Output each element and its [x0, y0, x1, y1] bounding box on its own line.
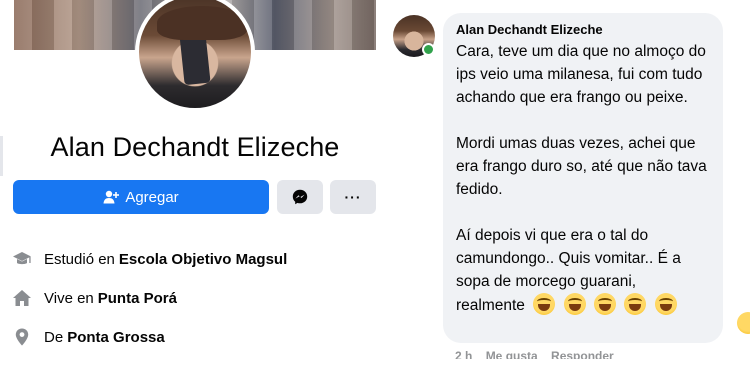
graduation-cap-icon — [12, 249, 32, 269]
laughing-tears-emoji — [654, 293, 677, 315]
laughing-tears-emoji — [624, 293, 647, 315]
lives-city[interactable]: Punta Porá — [98, 290, 177, 307]
more-options-button[interactable]: ··· — [330, 180, 376, 214]
education-school[interactable]: Escola Objetivo Magsul — [119, 251, 287, 268]
laughing-tears-emoji — [563, 293, 586, 315]
comment-bubble: Alan Dechandt Elizeche Cara, teve um dia… — [443, 13, 723, 343]
comment-last-line: realmente — [456, 297, 525, 314]
add-friend-label: Agregar — [125, 188, 179, 206]
comment-paragraph: Cara, teve um dia que no almoço do ips v… — [456, 43, 706, 106]
reply-action[interactable]: Responder — [551, 349, 614, 359]
profile-panel: Alan Dechandt Elizeche Agregar ··· Estud… — [0, 0, 395, 383]
comment-paragraph: Aí depois vi que era o tal do camundongo… — [456, 224, 711, 317]
home-icon — [12, 288, 32, 308]
more-options-label: ··· — [344, 189, 362, 205]
comment-author[interactable]: Alan Dechandt Elizeche — [456, 22, 711, 37]
hometown-prefix: De — [44, 328, 64, 346]
comment-paragraph: Mordi umas duas vezes, achei que era fra… — [456, 135, 707, 198]
add-friend-button[interactable]: Agregar — [13, 180, 269, 214]
comment-actions: 2 h Me gusta Responder — [455, 345, 735, 359]
online-status-icon — [422, 43, 435, 56]
education-prefix: Estudió en — [44, 250, 115, 268]
location-pin-icon — [12, 327, 32, 347]
comment-paragraph-text: Aí depois vi que era o tal do camundongo… — [456, 227, 681, 290]
add-friend-icon — [103, 190, 120, 204]
reaction-emoji-icon[interactable] — [737, 312, 750, 334]
comment-timestamp[interactable]: 2 h — [455, 349, 472, 359]
messenger-button[interactable] — [277, 180, 323, 214]
info-row-lives: Vive en Punta Porá — [12, 287, 392, 309]
hometown-city[interactable]: Ponta Grossa — [67, 329, 165, 346]
laughing-tears-emoji — [593, 293, 616, 315]
messenger-icon — [292, 189, 308, 205]
profile-avatar[interactable] — [135, 0, 255, 112]
lives-prefix: Vive en — [44, 289, 94, 307]
info-row-education: Estudió en Escola Objetivo Magsul — [12, 248, 392, 270]
info-row-hometown: De Ponta Grossa — [12, 326, 392, 348]
like-action[interactable]: Me gusta — [486, 349, 538, 359]
profile-name: Alan Dechandt Elizeche — [50, 132, 340, 162]
comment-panel: Alan Dechandt Elizeche Cara, teve um dia… — [385, 0, 750, 383]
laughing-tears-emoji — [533, 293, 556, 315]
